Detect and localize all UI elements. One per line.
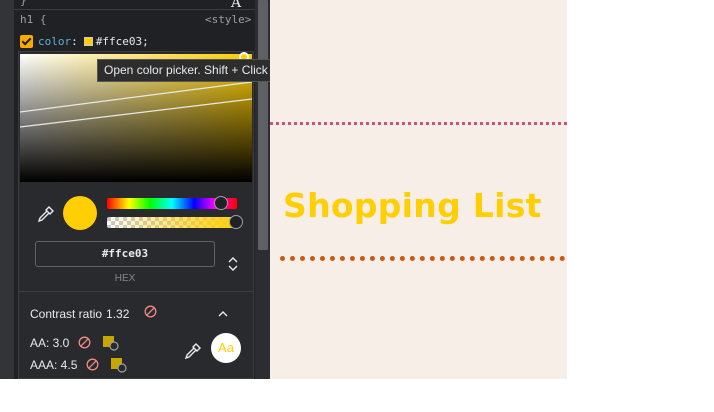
css-selector: h1 { [20, 13, 47, 26]
format-toggle-icon[interactable] [226, 255, 240, 273]
current-color-preview [63, 196, 97, 230]
hue-slider[interactable] [107, 196, 237, 210]
hex-format-label: HEX [114, 273, 136, 284]
color-swatch-button[interactable] [83, 36, 93, 46]
property-colon: : [71, 34, 78, 48]
dotted-border-top [270, 122, 567, 125]
eyedropper-icon[interactable] [184, 342, 202, 360]
section-divider [19, 291, 253, 292]
no-entry-icon [144, 305, 157, 318]
property-value[interactable]: #ffce03; [96, 35, 149, 48]
previous-rule-end [14, 0, 255, 10]
closing-brace: } [20, 0, 27, 7]
chevron-up-icon[interactable] [217, 310, 229, 318]
suggest-color-icon[interactable] [110, 357, 128, 373]
color-picker-popup: #ffce03 HEX Contrast ratio 1.32 AA: 3.0 A… [18, 51, 254, 379]
contrast-preview-sample: Aa [211, 333, 241, 363]
eyedropper-icon[interactable] [37, 205, 55, 223]
contrast-ratio-heading[interactable]: Contrast ratio 1.32 [30, 307, 129, 321]
aa-threshold-label: AA: 3.0 [30, 336, 70, 350]
aaa-threshold-label: AAA: 4.5 [30, 358, 78, 372]
devtools-gutter [0, 0, 14, 379]
page-heading: Shopping List [283, 186, 542, 225]
page-viewport: Shopping List [270, 0, 567, 379]
alpha-slider-thumb[interactable] [229, 215, 243, 229]
contrast-ratio-value: 1.32 [106, 307, 130, 321]
hue-slider-thumb[interactable] [214, 196, 229, 210]
devtools-scrollbar-thumb[interactable] [258, 0, 268, 250]
hex-input[interactable]: #ffce03 [35, 241, 215, 267]
devtools-styles-pane: } A h1 { <style> color : #ffce03; #ffce0… [0, 0, 270, 379]
contrast-ratio-label: Contrast ratio [30, 307, 103, 321]
no-entry-icon [78, 336, 91, 349]
alpha-slider[interactable] [107, 215, 243, 229]
no-entry-icon [86, 358, 99, 371]
dotted-border-bottom [280, 256, 565, 261]
declaration-checkbox[interactable] [20, 34, 33, 48]
color-declaration: color : #ffce03; [20, 34, 149, 48]
property-name[interactable]: color [38, 35, 71, 48]
text-format-icon[interactable]: A [231, 0, 241, 11]
suggest-color-icon[interactable] [102, 335, 120, 351]
style-source-link[interactable]: <style> [205, 13, 251, 26]
